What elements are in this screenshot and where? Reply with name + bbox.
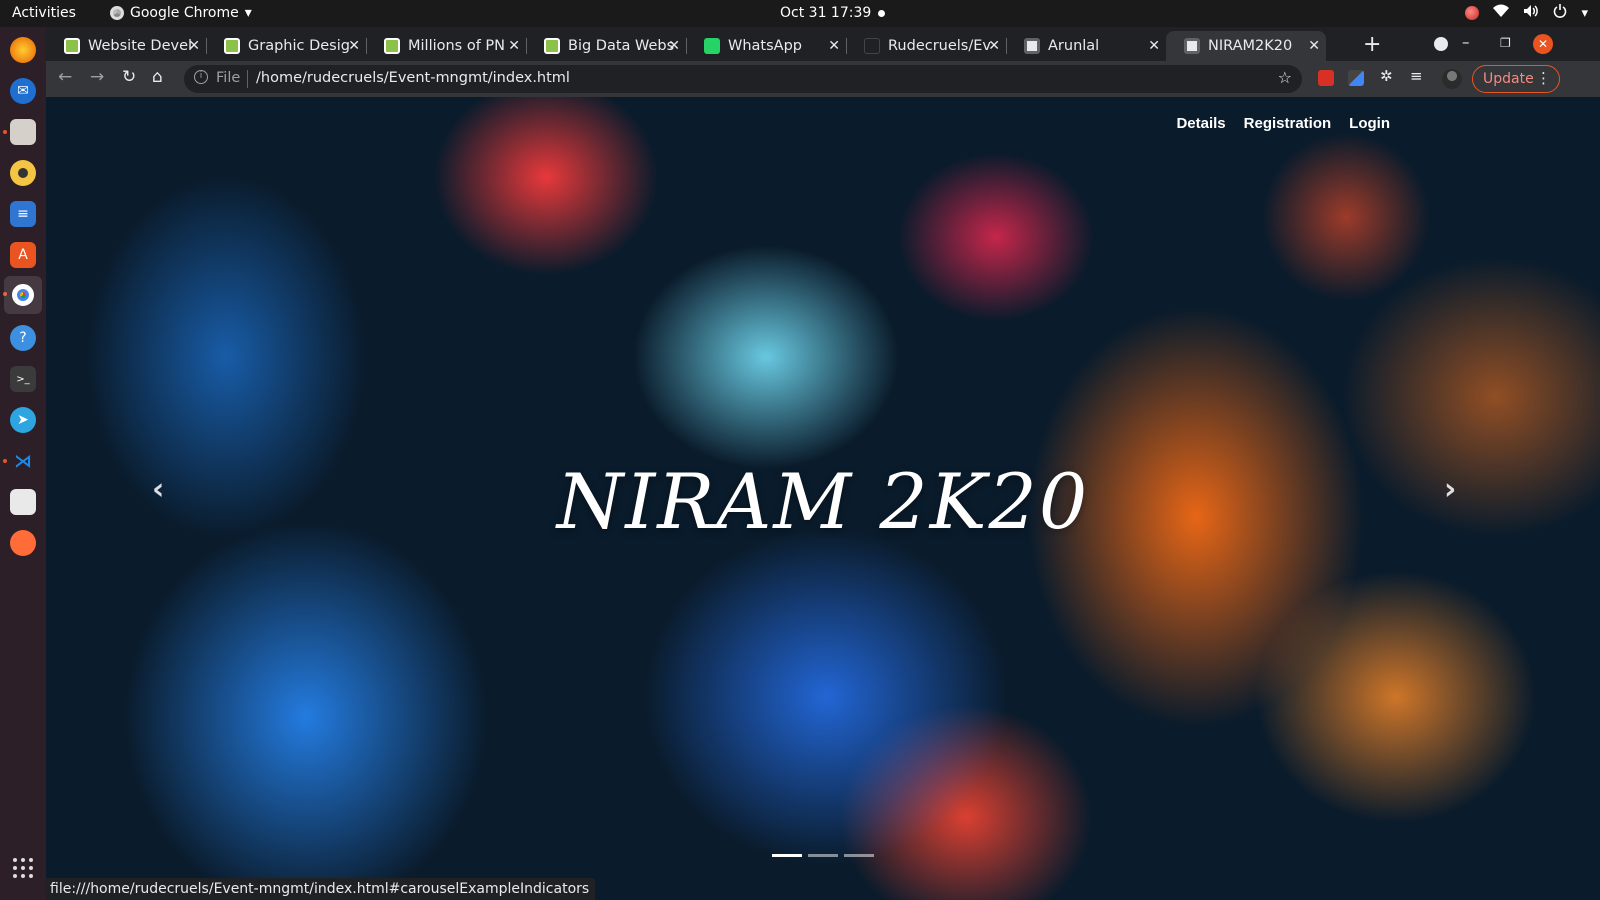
forward-arrow-icon[interactable]: → [90, 67, 104, 87]
globe-icon [1184, 38, 1200, 54]
whatsapp-icon [704, 38, 720, 54]
vscode-icon[interactable]: ⋊ [10, 448, 36, 474]
new-tab-plus-icon[interactable]: + [1363, 32, 1381, 57]
carousel-indicator[interactable] [844, 854, 874, 857]
chevron-down-icon: ▾ [244, 5, 252, 21]
tab-arunlal[interactable]: Arunlal ✕ [1006, 31, 1166, 61]
address-bar[interactable]: i File /home/rudecruels/Event-mngmt/inde… [184, 65, 1302, 93]
tab-search-icon[interactable] [1434, 37, 1448, 51]
firefox-icon[interactable] [10, 37, 36, 63]
close-icon[interactable]: ✕ [348, 38, 360, 54]
carousel-indicator[interactable] [808, 854, 838, 857]
chrome-icon [110, 6, 124, 20]
close-icon[interactable]: ✕ [1308, 38, 1320, 54]
app-menu[interactable]: Google Chrome ▾ [110, 5, 252, 21]
tab-big-data[interactable]: Big Data Webs ✕ [526, 31, 687, 61]
bookmark-star-icon[interactable]: ☆ [1278, 68, 1292, 87]
tray-app-icon[interactable] [1465, 6, 1480, 20]
ubuntu-dock: ✉ ≡ A ? >_ ➤ ⋊ [0, 27, 46, 900]
extension-pen-icon[interactable] [1348, 70, 1364, 86]
tab-github-repo[interactable]: Rudecruels/Ev ✕ [846, 31, 1007, 61]
rhythmbox-icon[interactable] [10, 160, 36, 186]
tab-millions-of-png[interactable]: Millions of PN ✕ [366, 31, 527, 61]
reload-icon[interactable]: ↻ [122, 67, 136, 87]
close-icon[interactable]: ✕ [1148, 38, 1160, 54]
help-icon[interactable]: ? [10, 325, 36, 351]
profile-avatar[interactable] [1442, 69, 1462, 89]
restore-icon[interactable]: ❐ [1500, 36, 1511, 50]
favicon-icon [64, 38, 80, 54]
postman-icon[interactable] [10, 530, 36, 556]
telegram-icon[interactable]: ➤ [10, 407, 36, 433]
browser-toolbar: ← → ↻ ⌂ i File /home/rudecruels/Event-mn… [46, 61, 1600, 97]
favicon-icon [224, 38, 240, 54]
software-icon[interactable]: A [10, 242, 36, 268]
tab-graphic-design[interactable]: Graphic Desig ✕ [206, 31, 367, 61]
writer-icon[interactable]: ≡ [10, 201, 36, 227]
app-menu-label: Google Chrome [130, 5, 239, 21]
power-icon[interactable] [1553, 4, 1567, 22]
url-scheme: File [216, 70, 241, 86]
thunderbird-icon[interactable]: ✉ [10, 78, 36, 104]
update-button[interactable]: Update ⋮ [1472, 65, 1560, 93]
status-bar-url: file:///home/rudecruels/Event-mngmt/inde… [46, 878, 596, 900]
tab-website-development[interactable]: Website Devel ✕ [46, 31, 207, 61]
activities-button[interactable]: Activities [12, 5, 76, 21]
terminal-icon[interactable]: >_ [10, 366, 36, 392]
clock[interactable]: Oct 31 17:39 [780, 5, 871, 21]
show-applications-icon[interactable] [13, 858, 33, 878]
close-icon[interactable]: ✕ [508, 38, 520, 54]
running-indicator [3, 459, 7, 463]
document-viewer-icon[interactable] [10, 489, 36, 515]
extensions-puzzle-icon[interactable]: ✲ [1380, 67, 1396, 85]
back-arrow-icon[interactable]: ← [58, 67, 72, 87]
update-label: Update [1483, 71, 1534, 87]
carousel-indicators [46, 854, 1600, 857]
close-icon[interactable]: ✕ [988, 38, 1000, 54]
nav-link-login[interactable]: Login [1349, 115, 1390, 132]
close-icon[interactable]: ✕ [828, 38, 840, 54]
running-indicator [3, 130, 7, 134]
chrome-icon[interactable] [4, 276, 42, 314]
wifi-icon[interactable] [1493, 4, 1510, 22]
favicon-icon [544, 38, 560, 54]
favicon-icon [384, 38, 400, 54]
gnome-top-bar: Activities Google Chrome ▾ Oct 31 17:39 … [0, 0, 1600, 27]
info-icon[interactable]: i [194, 70, 208, 84]
window-close-icon[interactable]: ✕ [1533, 34, 1553, 54]
kebab-menu-icon[interactable]: ⋮ [1536, 69, 1551, 87]
home-icon[interactable]: ⌂ [152, 67, 163, 87]
nav-link-details[interactable]: Details [1176, 115, 1225, 132]
nav-link-registration[interactable]: Registration [1244, 115, 1332, 132]
minimize-icon[interactable]: – [1462, 33, 1470, 51]
hero-title: NIRAM 2K20 [556, 457, 1090, 546]
system-menu-arrow-icon[interactable]: ▾ [1581, 6, 1588, 21]
tab-whatsapp[interactable]: WhatsApp ✕ [686, 31, 847, 61]
page-hero-carousel: Details Registration Login ‹ › NIRAM 2K2… [46, 97, 1600, 900]
volume-icon[interactable] [1523, 4, 1539, 22]
tab-niram2k20[interactable]: NIRAM2K20 ✕ [1166, 31, 1326, 61]
url-text[interactable]: /home/rudecruels/Event-mngmt/index.html [256, 70, 570, 86]
close-icon[interactable]: ✕ [188, 38, 200, 54]
media-queue-icon[interactable]: ≡ [1410, 67, 1426, 85]
carousel-indicator[interactable] [772, 854, 802, 857]
github-icon [864, 38, 880, 54]
close-icon[interactable]: ✕ [668, 38, 680, 54]
site-nav: Details Registration Login [1176, 115, 1390, 132]
notification-dot-icon [878, 10, 885, 17]
tab-strip: Website Devel ✕ Graphic Desig ✕ Millions… [46, 27, 1600, 61]
extension-red-icon[interactable] [1318, 70, 1334, 86]
files-icon[interactable] [10, 119, 36, 145]
globe-icon [1024, 38, 1040, 54]
system-tray[interactable]: ▾ [1465, 4, 1588, 22]
